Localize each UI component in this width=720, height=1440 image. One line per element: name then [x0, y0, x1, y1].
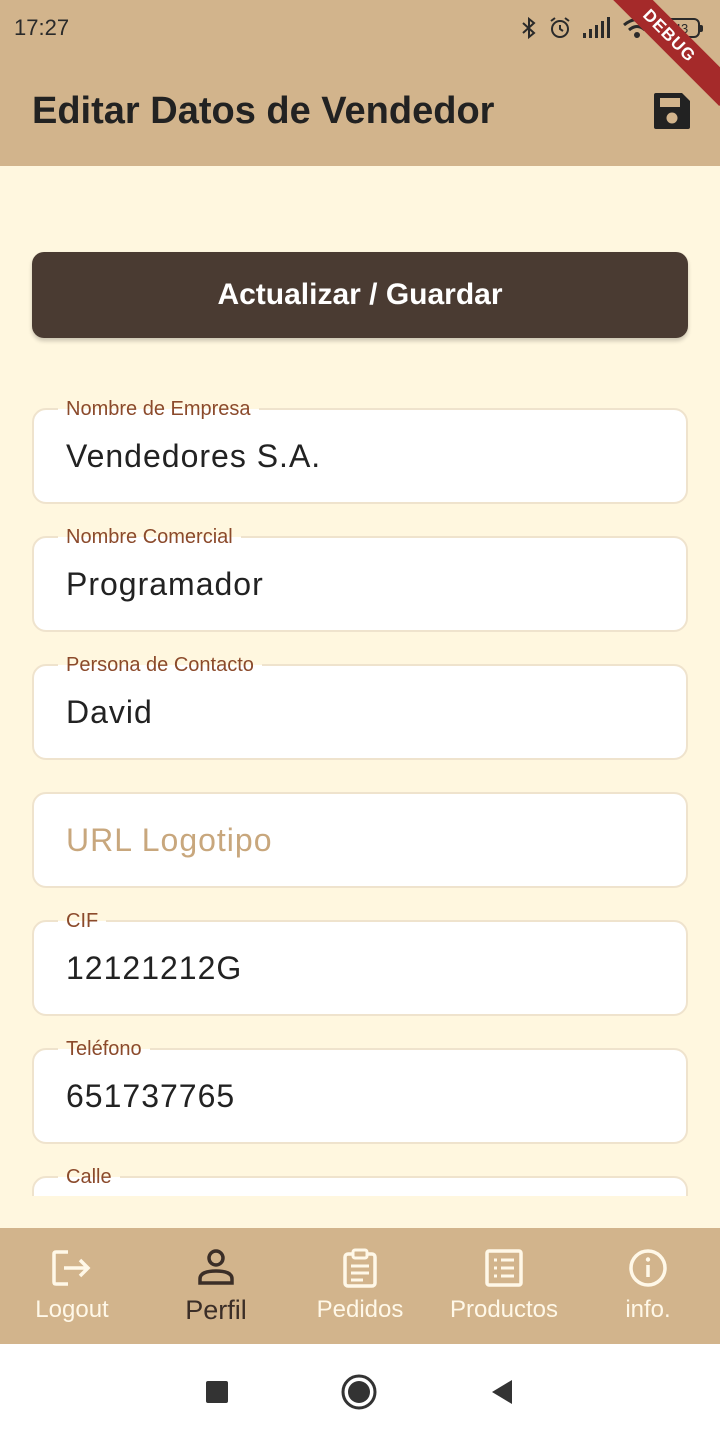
contact-person-field[interactable]: Persona de Contacto — [32, 654, 688, 760]
bottom-nav: Logout Perfil Pedidos Productos info. — [0, 1228, 720, 1344]
contact-person-input[interactable] — [66, 694, 656, 731]
nav-item-info[interactable]: info. — [576, 1248, 720, 1324]
logout-icon — [52, 1250, 91, 1286]
page-title: Editar Datos de Vendedor — [32, 89, 495, 132]
recents-icon[interactable] — [204, 1379, 230, 1405]
field-label: Persona de Contacto — [58, 654, 262, 676]
nav-item-logout[interactable]: Logout — [0, 1248, 144, 1324]
cif-field[interactable]: CIF — [32, 910, 688, 1016]
bluetooth-icon — [522, 16, 536, 40]
home-icon[interactable] — [340, 1373, 378, 1411]
status-time: 17:27 — [14, 15, 70, 40]
back-icon[interactable] — [488, 1377, 516, 1407]
form-content[interactable]: Actualizar / Guardar Nombre de Empresa N… — [0, 166, 720, 1196]
system-nav-bar — [0, 1344, 720, 1440]
field-label: Teléfono — [58, 1038, 150, 1060]
phone-input[interactable] — [66, 1078, 656, 1115]
nav-item-pedidos[interactable]: Pedidos — [288, 1248, 432, 1324]
save-icon[interactable] — [652, 91, 692, 131]
phone-field[interactable]: Teléfono — [32, 1038, 688, 1144]
company-name-field[interactable]: Nombre de Empresa — [32, 398, 688, 504]
logo-url-placeholder[interactable]: URL Logotipo — [66, 822, 656, 859]
nav-label: Productos — [449, 1296, 559, 1323]
nav-item-perfil[interactable]: Perfil — [144, 1247, 288, 1326]
nav-label: Pedidos — [316, 1296, 404, 1323]
field-label: CIF — [58, 910, 107, 932]
list-icon — [485, 1249, 523, 1287]
field-label: Nombre Comercial — [58, 526, 241, 548]
nav-item-productos[interactable]: Productos — [432, 1248, 576, 1324]
nav-label: Perfil — [185, 1294, 247, 1325]
nav-label: Logout — [35, 1296, 109, 1323]
street-field[interactable]: Calle — [32, 1166, 688, 1196]
alarm-icon — [550, 17, 570, 38]
trade-name-input[interactable] — [66, 566, 656, 603]
app-bar: Editar Datos de Vendedor — [0, 56, 720, 166]
cif-input[interactable] — [66, 950, 656, 987]
nav-label: info. — [625, 1296, 671, 1323]
company-name-input[interactable] — [66, 438, 656, 475]
field-label: Nombre de Empresa — [58, 398, 259, 420]
signal-icon — [583, 17, 610, 38]
trade-name-field[interactable]: Nombre Comercial — [32, 526, 688, 632]
logo-url-field[interactable]: URL Logotipo — [32, 792, 688, 888]
update-save-button[interactable]: Actualizar / Guardar — [32, 252, 688, 338]
field-label: Calle — [58, 1166, 120, 1188]
person-icon — [198, 1248, 234, 1285]
status-bar: 17:27 43 — [0, 0, 720, 56]
info-icon — [629, 1249, 667, 1287]
clipboard-icon — [343, 1248, 377, 1288]
